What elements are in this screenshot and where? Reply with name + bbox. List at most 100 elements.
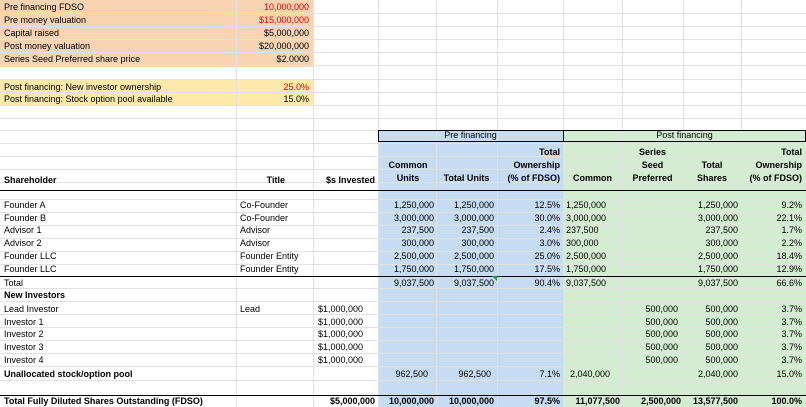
row-divider: [0, 143, 806, 144]
pool-post-ownership[interactable]: 15.0%: [741, 369, 802, 380]
total-pre-ownership[interactable]: 90.4%: [497, 278, 560, 289]
assumption-label: Capital raised: [4, 28, 60, 38]
header-invested[interactable]: $s Invested: [313, 175, 375, 186]
post-ownership-cell[interactable]: 12.9%: [741, 264, 802, 275]
fdso-invested[interactable]: $5,000,000: [313, 396, 375, 407]
invested-cell[interactable]: $1,000,000: [318, 317, 376, 328]
ownership-input-value[interactable]: 15.0%: [236, 94, 309, 105]
fdso-post-common[interactable]: 11,077,500: [563, 396, 620, 407]
total-shares-cell[interactable]: 237,500: [683, 225, 738, 236]
total-shares-cell[interactable]: 300,000: [683, 238, 738, 249]
total-total-shares[interactable]: 9,037,500: [683, 278, 738, 289]
total-post-ownership[interactable]: 66.6%: [741, 278, 802, 289]
total-units-cell[interactable]: 1,250,000: [436, 200, 494, 211]
post-common-cell[interactable]: 2,500,000: [566, 251, 622, 262]
post-ownership-cell[interactable]: 2.2%: [741, 238, 802, 249]
header-total-units[interactable]: Total Units: [436, 173, 497, 184]
series-seed-cell[interactable]: 500,000: [622, 304, 678, 315]
fdso-post-ownership[interactable]: 100.0%: [741, 396, 802, 407]
pre-ownership-cell[interactable]: 25.0%: [497, 251, 560, 262]
header-series-line3[interactable]: Preferred: [622, 173, 683, 184]
pre-ownership-cell[interactable]: 17.5%: [497, 264, 560, 275]
fdso-pre-ownership[interactable]: 97.5%: [497, 396, 560, 407]
series-seed-cell[interactable]: 500,000: [622, 329, 678, 340]
invested-cell[interactable]: $1,000,000: [318, 355, 376, 366]
pool-total-shares[interactable]: 2,040,000: [683, 369, 738, 380]
post-ownership-cell[interactable]: 3.7%: [741, 317, 802, 328]
header-post-ownership-line3[interactable]: (% of FDSO): [741, 173, 803, 184]
common-units-cell[interactable]: 300,000: [378, 238, 434, 249]
post-common-cell[interactable]: 300,000: [566, 238, 622, 249]
header-shareholder[interactable]: Shareholder: [4, 175, 57, 186]
total-shares-cell[interactable]: 500,000: [683, 317, 738, 328]
total-shares-cell[interactable]: 3,000,000: [683, 213, 738, 224]
shareholder-name: Founder LLC: [4, 250, 57, 261]
fdso-total-shares[interactable]: 13,577,500: [683, 396, 738, 407]
post-common-cell[interactable]: 1,750,000: [566, 264, 622, 275]
row-divider: [0, 301, 806, 302]
header-common-units-line2[interactable]: Units: [380, 173, 436, 184]
assumption-value[interactable]: $15,000,000: [236, 15, 309, 26]
post-ownership-cell[interactable]: 18.4%: [741, 251, 802, 262]
series-seed-cell[interactable]: 500,000: [622, 342, 678, 353]
total-shares-cell[interactable]: 500,000: [683, 342, 738, 353]
pool-pre-ownership[interactable]: 7.1%: [497, 369, 560, 380]
pool-common-units[interactable]: 962,500: [378, 369, 428, 380]
invested-cell[interactable]: $1,000,000: [318, 304, 376, 315]
post-ownership-cell[interactable]: 3.7%: [741, 304, 802, 315]
fdso-total-units[interactable]: 10,000,000: [436, 396, 494, 407]
post-common-cell[interactable]: 3,000,000: [566, 213, 622, 224]
spreadsheet-grid[interactable]: Pre financing FDSO 10,000,000 Pre money …: [0, 0, 806, 407]
common-units-cell[interactable]: 3,000,000: [378, 213, 434, 224]
series-seed-cell[interactable]: 500,000: [622, 317, 678, 328]
pre-ownership-cell[interactable]: 12.5%: [497, 200, 560, 211]
pool-total-units[interactable]: 962,500: [436, 369, 491, 380]
post-common-cell[interactable]: 1,250,000: [566, 200, 622, 211]
common-units-cell[interactable]: 237,500: [378, 225, 434, 236]
assumption-value[interactable]: $5,000,000: [236, 28, 309, 39]
pre-ownership-cell[interactable]: 30.0%: [497, 213, 560, 224]
total-shares-cell[interactable]: 1,750,000: [683, 264, 738, 275]
total-units-cell[interactable]: 237,500: [436, 225, 494, 236]
ownership-input-value[interactable]: 25.0%: [236, 82, 309, 93]
total-shares-cell[interactable]: 500,000: [683, 329, 738, 340]
series-seed-cell[interactable]: 500,000: [622, 355, 678, 366]
total-total-units[interactable]: 9,037,500: [436, 278, 494, 289]
pre-ownership-cell[interactable]: 3.0%: [497, 238, 560, 249]
total-shares-cell[interactable]: 500,000: [683, 304, 738, 315]
total-common-units[interactable]: 9,037,500: [378, 278, 434, 289]
common-units-cell[interactable]: 1,750,000: [378, 264, 434, 275]
post-common-cell[interactable]: 237,500: [566, 225, 622, 236]
assumption-value[interactable]: $2.0000: [236, 54, 309, 65]
post-ownership-cell[interactable]: 3.7%: [741, 342, 802, 353]
fdso-series[interactable]: 2,500,000: [622, 396, 681, 407]
header-series-line1: Series: [638, 147, 667, 157]
assumption-value[interactable]: 10,000,000: [236, 2, 309, 13]
total-shares-cell[interactable]: 2,500,000: [683, 251, 738, 262]
post-ownership-cell[interactable]: 1.7%: [741, 225, 802, 236]
common-units-cell[interactable]: 2,500,000: [378, 251, 434, 262]
header-pre-ownership-line3[interactable]: (% of FDSO): [490, 173, 561, 184]
invested-cell[interactable]: $1,000,000: [318, 342, 376, 353]
total-shares-cell[interactable]: 1,250,000: [683, 200, 738, 211]
header-pre-ownership-line1: Total: [539, 147, 560, 157]
total-post-common[interactable]: 9,037,500: [566, 278, 622, 289]
fdso-common-units[interactable]: 10,000,000: [378, 396, 434, 407]
post-ownership-cell[interactable]: 22.1%: [741, 213, 802, 224]
total-units-cell[interactable]: 1,750,000: [436, 264, 494, 275]
total-units-cell[interactable]: 2,500,000: [436, 251, 494, 262]
total-units-cell[interactable]: 300,000: [436, 238, 494, 249]
total-shares-cell[interactable]: 500,000: [683, 355, 738, 366]
header-total-shares-line2[interactable]: Shares: [683, 173, 741, 184]
common-units-cell[interactable]: 1,250,000: [378, 200, 434, 211]
header-title[interactable]: Title: [236, 175, 285, 186]
pool-post-common[interactable]: 2,040,000: [570, 369, 622, 380]
total-units-cell[interactable]: 3,000,000: [436, 213, 494, 224]
pre-ownership-cell[interactable]: 2.4%: [497, 225, 560, 236]
post-ownership-cell[interactable]: 9.2%: [741, 200, 802, 211]
assumption-value[interactable]: $20,000,000: [236, 41, 309, 52]
invested-cell[interactable]: $1,000,000: [318, 329, 376, 340]
post-ownership-cell[interactable]: 3.7%: [741, 355, 802, 366]
header-post-common[interactable]: Common: [563, 173, 622, 184]
post-ownership-cell[interactable]: 3.7%: [741, 329, 802, 340]
